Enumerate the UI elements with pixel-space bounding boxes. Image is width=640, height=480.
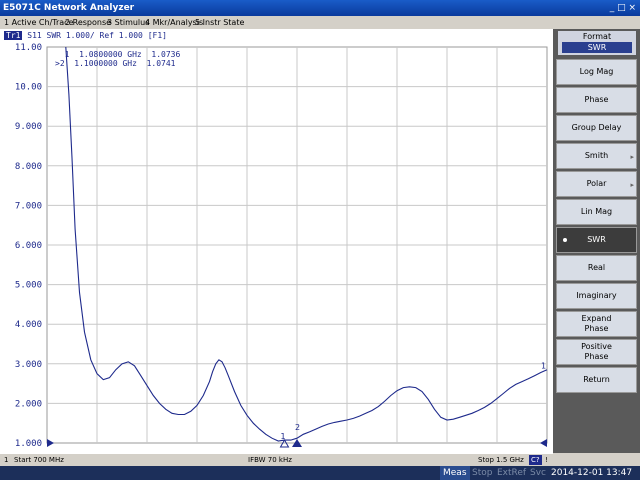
softkey-imaginary[interactable]: Imaginary xyxy=(556,283,637,309)
title-bar: E5071C Network Analyzer _ □ × xyxy=(0,0,640,16)
trace-header-text: S11 SWR 1.000/ Ref 1.000 [F1] xyxy=(27,31,167,40)
submenu-arrow-icon: ▸ xyxy=(630,181,634,189)
marker-readout: 1 1.0800000 GHz 1.0736 >2 1.1000000 GHz … xyxy=(55,50,180,68)
window-controls[interactable]: _ □ × xyxy=(610,0,636,16)
softkey-lin-mag[interactable]: Lin Mag xyxy=(556,199,637,225)
svc-indicator: Svc xyxy=(530,468,546,478)
y-tick-label: 2.000 xyxy=(15,399,42,409)
softkey-log-mag[interactable]: Log Mag xyxy=(556,59,637,85)
menu-response[interactable]: 2 Response xyxy=(65,16,111,29)
channel-status-bar: 1 Start 700 MHz IFBW 70 kHz Stop 1.5 GHz… xyxy=(0,454,553,466)
instrument-status-bar: Meas Stop ExtRef Svc 2014-12-01 13:47 xyxy=(0,466,640,480)
softkey-header: Format SWR xyxy=(558,31,636,55)
trace-header: Tr1 S11 SWR 1.000/ Ref 1.000 [F1] xyxy=(4,31,167,41)
softkey-header-value: SWR xyxy=(562,42,632,53)
y-tick-label: 6.000 xyxy=(15,241,42,251)
softkey-polar[interactable]: Polar ▸ xyxy=(556,171,637,197)
softkey-smith[interactable]: Smith ▸ xyxy=(556,143,637,169)
trace-badge[interactable]: Tr1 xyxy=(4,31,23,40)
stop-indicator: Stop xyxy=(472,468,493,478)
softkey-phase[interactable]: Phase xyxy=(556,87,637,113)
trace-s11-swr xyxy=(65,46,548,442)
y-tick-label: 11.00 xyxy=(15,43,42,53)
menu-bar: 1 Active Ch/Trace 2 Response 3 Stimulus … xyxy=(0,16,640,29)
reference-level-left-icon xyxy=(47,439,54,447)
menu-active-ch-trace[interactable]: 1 Active Ch/Trace xyxy=(4,16,74,29)
softkey-header-label: Format xyxy=(582,32,612,41)
meas-indicator: Meas xyxy=(440,466,470,480)
y-tick-label: 7.000 xyxy=(15,201,42,211)
selected-dot-icon xyxy=(563,238,567,242)
softkey-real[interactable]: Real xyxy=(556,255,637,281)
submenu-arrow-icon: ▸ xyxy=(630,153,634,161)
channel-number: 1 xyxy=(4,456,9,464)
date-time: 2014-12-01 13:47 xyxy=(551,468,633,478)
softkey-expand-phase[interactable]: Expand Phase xyxy=(556,311,637,337)
y-tick-label: 3.000 xyxy=(15,360,42,370)
y-tick-label: 4.000 xyxy=(15,320,42,330)
softkey-return[interactable]: Return xyxy=(556,367,637,393)
menu-stimulus[interactable]: 3 Stimulus xyxy=(107,16,149,29)
swr-chart: 11.00 10.00 9.000 8.000 7.000 6.000 5.000 4.000… xyxy=(15,43,548,449)
softkey-group-delay[interactable]: Group Delay xyxy=(556,115,637,141)
calibration-status-badge: C? xyxy=(529,455,542,465)
y-tick-label: 5.000 xyxy=(15,281,42,291)
trace-end-label: 1 xyxy=(541,362,546,371)
marker-2-readout: >2 1.1000000 GHz 1.0741 xyxy=(55,59,176,68)
window-title: E5071C Network Analyzer xyxy=(3,3,135,13)
softkey-positive-phase[interactable]: Positive Phase xyxy=(556,339,637,365)
softkey-panel: Format SWR Log Mag Phase Group Delay Smi… xyxy=(553,29,640,453)
marker-2-label: 2 xyxy=(295,423,300,432)
marker-1-readout: 1 1.0800000 GHz 1.0736 xyxy=(64,50,181,59)
y-tick-label: 10.00 xyxy=(15,83,42,93)
extref-indicator: ExtRef xyxy=(497,468,527,478)
softkey-swr[interactable]: SWR xyxy=(556,227,637,253)
plot-area[interactable]: 11.00 10.00 9.000 8.000 7.000 6.000 5.000 4.000… xyxy=(0,29,553,454)
status-indicator: ! xyxy=(545,456,548,464)
y-tick-label: 1.000 xyxy=(15,439,42,449)
ifbw-value[interactable]: IFBW 70 kHz xyxy=(248,454,292,466)
y-tick-label: 8.000 xyxy=(15,162,42,172)
marker-1-label: 1 xyxy=(281,432,286,441)
stop-frequency[interactable]: Stop 1.5 GHz xyxy=(478,454,524,466)
reference-level-right-icon xyxy=(540,439,547,447)
start-frequency[interactable]: Start 700 MHz xyxy=(14,454,64,466)
y-tick-label: 9.000 xyxy=(15,122,42,132)
menu-instr-state[interactable]: 5 Instr State xyxy=(195,16,244,29)
